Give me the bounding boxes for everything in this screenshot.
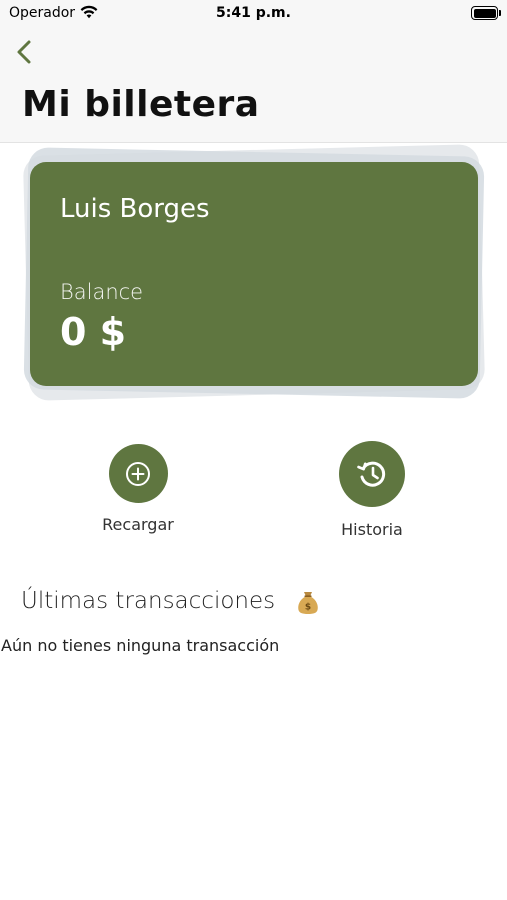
chevron-left-icon xyxy=(17,40,31,64)
history-circle[interactable] xyxy=(339,441,405,507)
transactions-title: Últimas transacciones xyxy=(21,588,276,614)
recharge-button[interactable]: Recargar xyxy=(88,444,188,534)
battery-cap xyxy=(499,10,501,16)
battery-icon xyxy=(471,6,498,20)
page-title: Mi billetera xyxy=(22,84,260,125)
recharge-label: Recargar xyxy=(102,515,174,534)
money-bag-icon: $ xyxy=(298,592,318,614)
history-icon xyxy=(357,461,386,487)
card-owner-name: Luis Borges xyxy=(60,194,210,224)
empty-transactions-message: Aún no tienes ninguna transacción xyxy=(1,636,280,655)
clock: 5:41 p.m. xyxy=(216,5,291,21)
plus-circle-icon xyxy=(126,461,150,486)
history-button[interactable]: Historia xyxy=(322,441,422,539)
balance-label: Balance xyxy=(60,280,144,304)
history-label: Historia xyxy=(341,520,403,539)
recharge-circle[interactable] xyxy=(108,444,168,503)
svg-text:$: $ xyxy=(305,603,311,613)
back-button[interactable] xyxy=(12,36,40,68)
balance-value: 0 $ xyxy=(60,310,127,354)
status-bar: Operador 5:41 p.m. xyxy=(0,0,507,28)
wallet-card: Luis Borges Balance 0 $ xyxy=(30,162,478,386)
